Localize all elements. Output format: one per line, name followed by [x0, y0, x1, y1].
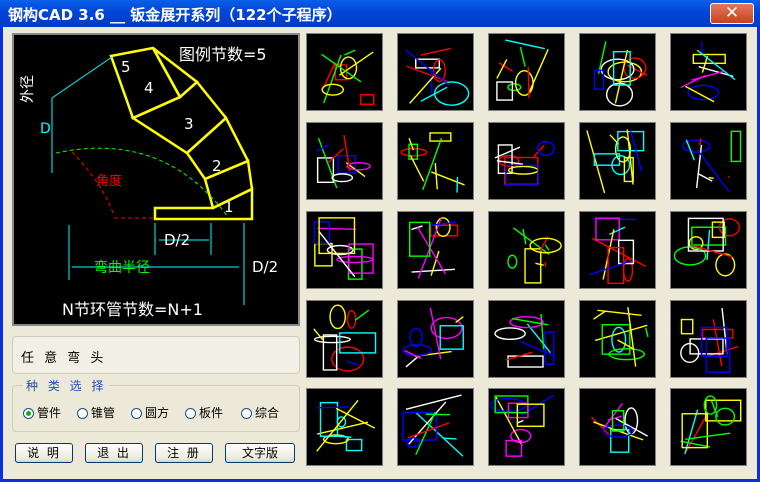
elbow-segment-1 [153, 187, 254, 221]
radio-plate[interactable]: 板件 [185, 404, 223, 421]
outer-diameter-label: 外径 [20, 75, 36, 103]
bend-radius-label: 弯曲半径 [94, 259, 150, 276]
cad-drawing-icon [507, 227, 562, 284]
program-thumbnail[interactable] [306, 211, 383, 289]
program-thumbnail[interactable] [488, 33, 565, 111]
radio-combined[interactable]: 综合 [241, 404, 279, 421]
cad-drawing-icon [405, 47, 470, 106]
formula-text: N节环管节数=N+1 [62, 300, 203, 319]
cad-drawing-icon [589, 217, 647, 285]
half-d-label: D/2 [164, 231, 190, 249]
cad-drawing-icon [494, 140, 555, 186]
program-thumbnail[interactable] [397, 33, 474, 111]
cad-drawing-icon [680, 307, 739, 373]
program-thumbnail[interactable] [397, 388, 474, 466]
program-thumbnail[interactable] [579, 122, 656, 200]
program-thumbnail[interactable] [579, 300, 656, 378]
program-thumbnail[interactable] [488, 122, 565, 200]
selected-item-name: 任 意 弯 头 [21, 351, 107, 366]
cad-drawing-icon [593, 41, 648, 107]
cad-drawing-icon [313, 304, 377, 372]
program-thumbnail-grid [306, 33, 760, 473]
segment-3-number: 3 [184, 115, 194, 133]
cad-drawing-icon [680, 395, 742, 455]
program-thumbnail[interactable] [579, 388, 656, 466]
diameter-symbol: D [40, 121, 51, 137]
program-thumbnail[interactable] [670, 211, 747, 289]
legend-text: 图例节数=5 [179, 45, 267, 64]
program-thumbnail[interactable] [306, 388, 383, 466]
main-window: 钢构CAD 3.6 __ 钣金展开系列（122个子程序） ✕ 图例节数=5 外径… [0, 0, 760, 482]
window-title: 钢构CAD 3.6 __ 钣金展开系列（122个子程序） [8, 6, 342, 24]
program-thumbnail[interactable] [306, 122, 383, 200]
cad-drawing-icon [496, 39, 549, 101]
cad-drawing-icon [593, 307, 649, 367]
radio-selected-icon [23, 408, 34, 419]
cad-drawing-icon [673, 217, 740, 277]
cad-drawing-icon [682, 130, 742, 193]
segment-2-number: 2 [212, 157, 222, 175]
exit-button[interactable]: 退 出 [85, 443, 143, 463]
program-thumbnail[interactable] [306, 300, 383, 378]
radio-icon [131, 408, 142, 419]
radio-pipe[interactable]: 管件 [23, 404, 61, 421]
program-thumbnail[interactable] [670, 122, 747, 200]
text-version-button[interactable]: 文字版 [225, 443, 295, 463]
program-thumbnail[interactable] [670, 388, 747, 466]
program-thumbnail[interactable] [579, 33, 656, 111]
selected-item-name-box: 任 意 弯 头 [12, 336, 300, 374]
close-icon: ✕ [724, 3, 740, 23]
program-thumbnail[interactable] [397, 122, 474, 200]
program-thumbnail[interactable] [397, 300, 474, 378]
bend-center-arc [55, 147, 229, 218]
cad-drawing-icon [680, 41, 736, 103]
program-thumbnail[interactable] [670, 300, 747, 378]
category-group-title: 种 类 选 择 [23, 377, 110, 394]
cad-drawing-icon [401, 307, 464, 368]
cad-drawing-icon [586, 129, 645, 194]
radio-round-square[interactable]: 圆方 [131, 404, 169, 421]
preview-panel: 图例节数=5 外径 D 角度 5 4 3 2 1 D/2 弯曲半径 D/2 N节… [12, 33, 300, 326]
program-thumbnail[interactable] [488, 211, 565, 289]
cad-drawing-icon [315, 134, 371, 189]
cad-drawing-icon [494, 313, 555, 368]
segment-5-number: 5 [121, 58, 131, 76]
program-thumbnail[interactable] [306, 33, 383, 111]
program-thumbnail[interactable] [670, 33, 747, 111]
cad-drawing-icon [313, 217, 374, 280]
title-bar[interactable]: 钢构CAD 3.6 __ 钣金展开系列（122个子程序） ✕ [0, 0, 760, 27]
radio-cone[interactable]: 锥管 [77, 404, 115, 421]
cad-drawing-icon [316, 399, 376, 452]
help-button[interactable]: 说 明 [15, 443, 73, 463]
register-button[interactable]: 注 册 [155, 443, 213, 463]
program-thumbnail[interactable] [488, 388, 565, 466]
cad-drawing-icon [489, 394, 555, 457]
cad-drawing-icon [321, 49, 375, 105]
program-thumbnail[interactable] [488, 300, 565, 378]
cad-drawing-icon [590, 402, 649, 453]
cad-drawing-icon [409, 217, 459, 279]
radio-icon [185, 408, 196, 419]
cad-drawing-icon [402, 394, 464, 457]
category-group: 种 类 选 择 管件 锥管 圆方 板件 综合 [12, 377, 300, 432]
radio-icon [241, 408, 252, 419]
program-thumbnail[interactable] [397, 211, 474, 289]
program-thumbnail[interactable] [579, 211, 656, 289]
segment-4-number: 4 [144, 79, 154, 97]
radio-icon [77, 408, 88, 419]
half-d-label-right: D/2 [252, 258, 278, 276]
cad-drawing-icon [400, 132, 465, 193]
angle-label: 角度 [96, 173, 122, 189]
close-button[interactable]: ✕ [710, 3, 754, 24]
segment-1-number: 1 [224, 198, 234, 216]
